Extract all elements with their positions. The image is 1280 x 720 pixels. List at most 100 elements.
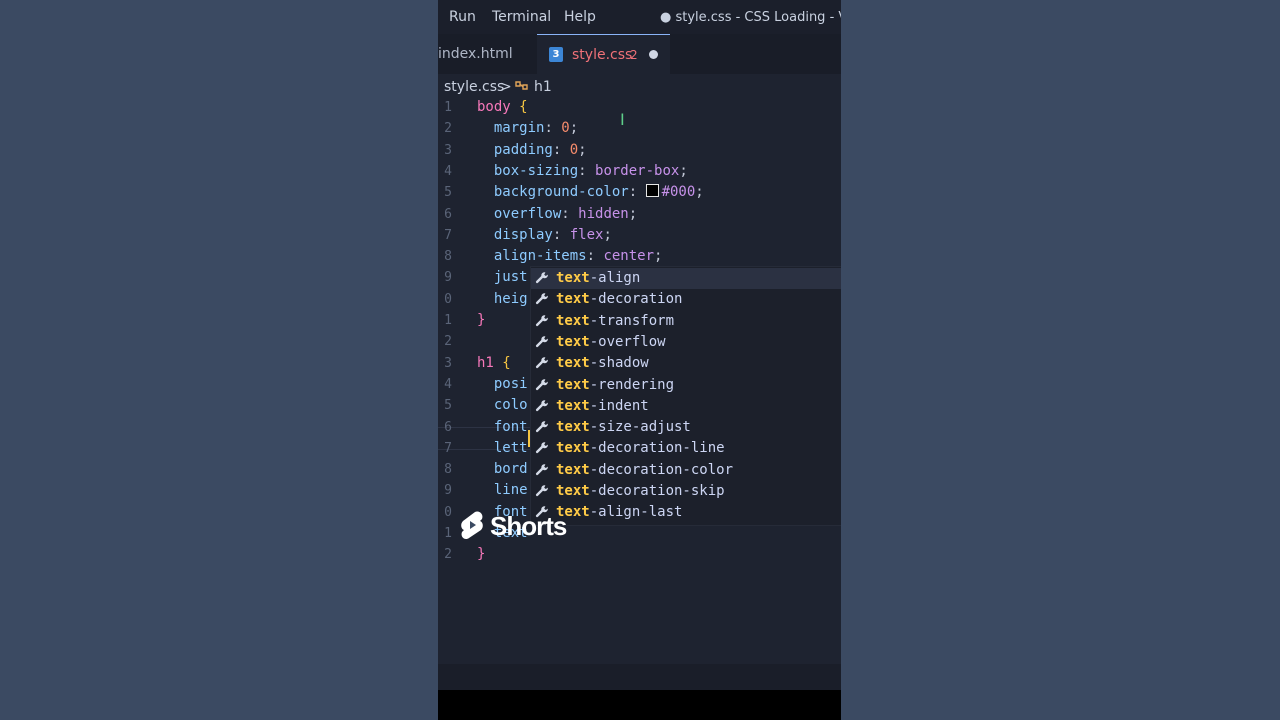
- line-number: 5: [444, 185, 452, 201]
- css3-icon: 3: [549, 47, 563, 62]
- line-number: 1: [444, 526, 452, 541]
- suggestion-label: text-decoration-skip: [556, 483, 725, 499]
- shorts-watermark: Shorts: [460, 506, 567, 546]
- youtube-shorts-icon: [461, 511, 483, 540]
- tab-index-html[interactable]: index.html: [438, 34, 523, 74]
- wrench-icon: [535, 399, 548, 411]
- suggestion-label: text-decoration-color: [556, 461, 734, 478]
- suggestion-label: text-transform: [556, 312, 675, 329]
- suggestion-item[interactable]: text-decoration-color: [531, 460, 841, 481]
- suggestion-label: text-size-adjust: [556, 419, 691, 436]
- suggestion-label: text-indent: [556, 397, 649, 414]
- line-number: 0: [444, 291, 452, 307]
- tab-label: style.css: [572, 47, 633, 63]
- code-text: colo: [477, 397, 528, 414]
- menu-bar: Run Terminal Help ● style.css - CSS Load…: [438, 0, 841, 34]
- code-text: body {: [477, 99, 528, 115]
- wrench-icon: [535, 485, 548, 497]
- panel-area: [438, 664, 841, 690]
- code-text: bord: [477, 461, 528, 478]
- code-text: posi: [477, 375, 528, 392]
- breadcrumb-separator: >: [500, 79, 512, 95]
- suggestion-item[interactable]: text-shadow: [531, 353, 841, 374]
- suggestion-item[interactable]: text-decoration-line: [531, 438, 841, 459]
- problem-count-badge: 2: [630, 48, 638, 62]
- code-text: line: [477, 482, 528, 499]
- line-number: 5: [444, 398, 452, 414]
- code-text: background-color: #000;: [493, 184, 704, 201]
- menu-run[interactable]: Run: [449, 9, 476, 25]
- line-number: 0: [444, 504, 452, 520]
- line-number: 8: [444, 462, 452, 478]
- line-number: 7: [444, 227, 452, 243]
- suggestion-item[interactable]: text-overflow: [531, 332, 841, 353]
- suggestion-item[interactable]: text-align: [531, 268, 841, 289]
- line-number: 1: [444, 313, 452, 328]
- code-text: overflow: hidden;: [493, 205, 638, 222]
- line-number: 4: [444, 376, 452, 392]
- code-text: padding: 0;: [493, 141, 587, 158]
- suggestion-item[interactable]: text-transform: [531, 311, 841, 332]
- suggestion-item[interactable]: text-rendering: [531, 375, 841, 396]
- wrench-icon: [535, 272, 548, 284]
- suggestion-label: text-overflow: [556, 333, 666, 350]
- mouse-ibeam-icon: I: [620, 110, 625, 129]
- wrench-icon: [535, 293, 548, 305]
- code-text: heig: [477, 290, 528, 307]
- shorts-label: Shorts: [490, 510, 567, 541]
- suggestion-label: text-decoration: [556, 291, 683, 308]
- wrench-icon: [535, 421, 548, 433]
- line-number: 2: [444, 547, 452, 563]
- line-number: 3: [444, 355, 452, 371]
- autocomplete-list: text-align text-decoration text-transform t…: [530, 266, 841, 526]
- menu-terminal[interactable]: Terminal: [492, 9, 551, 25]
- suggestion-item[interactable]: text-decoration-skip: [531, 481, 841, 502]
- breadcrumb-symbol[interactable]: h1: [534, 79, 552, 95]
- menu-help[interactable]: Help: [564, 9, 596, 25]
- line-number: 6: [444, 419, 452, 435]
- suggestion-label: text-shadow: [556, 355, 649, 372]
- wrench-icon: [535, 442, 548, 454]
- code-text: }: [477, 546, 486, 563]
- unsaved-dot-icon[interactable]: [649, 50, 658, 59]
- code-text: just: [477, 269, 528, 286]
- code-text: h1 {: [477, 354, 511, 371]
- code-text: align-items: center;: [493, 248, 663, 265]
- line-number: 2: [444, 121, 452, 137]
- wrench-icon: [535, 463, 548, 475]
- code-text: font: [477, 418, 528, 435]
- bottom-bar: [438, 690, 841, 720]
- vscode-window: Run Terminal Help ● style.css - CSS Load…: [438, 0, 841, 720]
- code-text: margin: 0;: [493, 120, 579, 137]
- line-number: 8: [444, 249, 452, 265]
- wrench-icon: [535, 336, 548, 348]
- line-number: 6: [444, 206, 452, 222]
- breadcrumb-file[interactable]: style.css: [444, 79, 504, 95]
- line-number: 9: [444, 483, 452, 499]
- line-number: 1: [444, 100, 452, 115]
- tab-label: index.html: [438, 46, 513, 62]
- code-text: }: [477, 312, 486, 328]
- suggestion-item[interactable]: text-align-last: [531, 502, 841, 523]
- line-number: 3: [444, 142, 452, 158]
- line-number: 2: [444, 334, 452, 350]
- code-text: box-sizing: border-box;: [493, 162, 688, 179]
- suggestion-item[interactable]: text-size-adjust: [531, 417, 841, 438]
- line-number: 9: [444, 270, 452, 286]
- breadcrumb: style.css > h1: [438, 75, 841, 99]
- tab-bar: index.html 3 style.css 2: [438, 34, 841, 75]
- color-swatch[interactable]: [645, 184, 659, 198]
- wrench-icon: [535, 314, 548, 326]
- tab-style-css[interactable]: 3 style.css 2: [537, 34, 670, 75]
- suggestion-label: text-rendering: [556, 376, 675, 393]
- wrench-icon: [535, 378, 548, 390]
- wrench-icon: [535, 357, 548, 369]
- window-title: ● style.css - CSS Loading - Visu: [660, 10, 841, 25]
- symbol-icon: [514, 79, 530, 97]
- suggestion-item[interactable]: text-indent: [531, 396, 841, 417]
- line-number: 4: [444, 163, 452, 179]
- suggestion-label: text-align: [556, 270, 641, 286]
- code-text: display: flex;: [493, 226, 612, 243]
- suggestion-item[interactable]: text-decoration: [531, 289, 841, 310]
- suggestion-label: text-decoration-line: [556, 440, 725, 457]
